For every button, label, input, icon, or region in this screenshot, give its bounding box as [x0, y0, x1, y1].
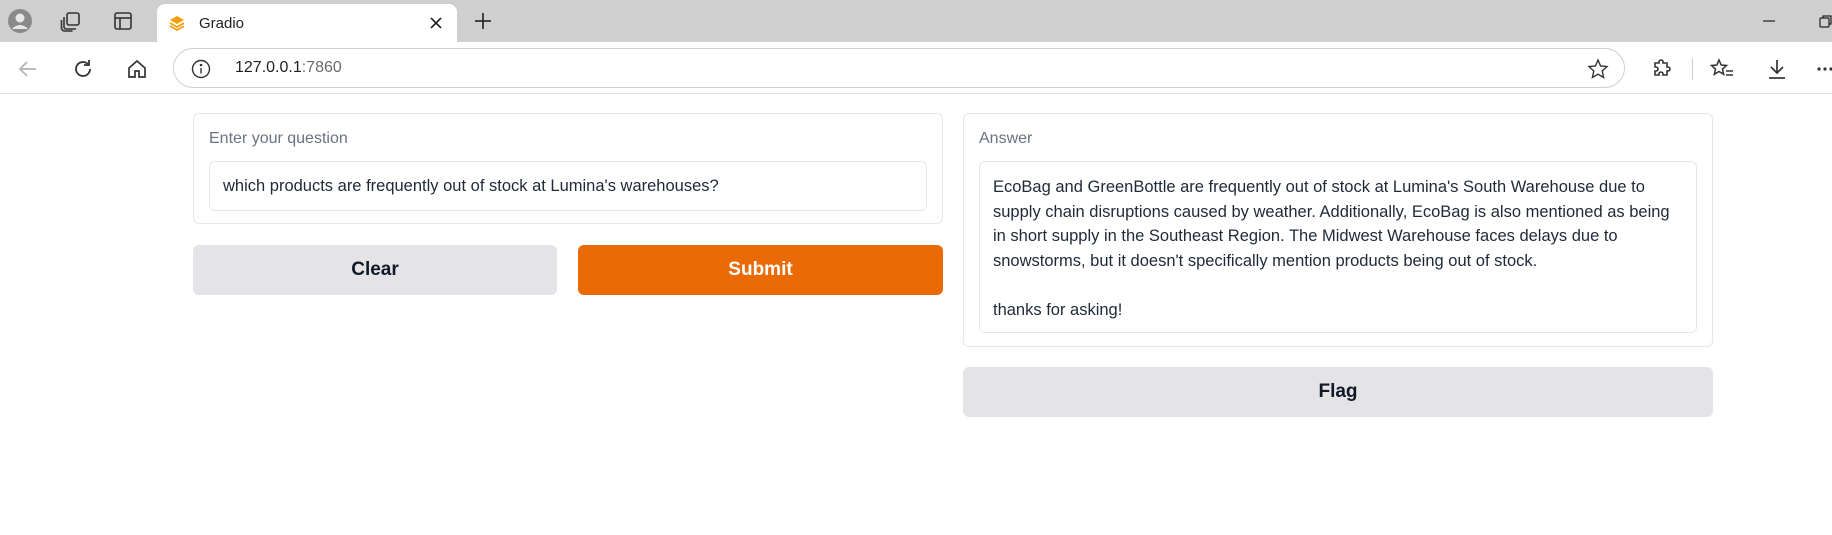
flag-button[interactable]: Flag: [963, 367, 1713, 417]
url-text[interactable]: 127.0.0.1:7860: [235, 59, 342, 77]
question-panel: Enter your question which products are f…: [193, 113, 943, 224]
restore-icon[interactable]: [1812, 8, 1832, 34]
extensions-icon[interactable]: [1645, 52, 1679, 86]
answer-panel: Answer EcoBag and GreenBottle are freque…: [963, 113, 1713, 347]
minimize-icon[interactable]: [1755, 8, 1783, 34]
browser-tab-bar: Gradio: [0, 0, 1832, 42]
question-label: Enter your question: [209, 130, 348, 147]
gradio-favicon-icon: [167, 13, 187, 33]
profile-icon[interactable]: [4, 6, 36, 36]
downloads-icon[interactable]: [1760, 52, 1794, 86]
favorites-icon[interactable]: [1705, 52, 1739, 86]
close-tab-icon[interactable]: [427, 14, 445, 32]
workspaces-icon[interactable]: [55, 6, 87, 36]
back-arrow-icon[interactable]: [11, 52, 45, 86]
browser-nav-bar: 127.0.0.1:7860: [0, 42, 1832, 94]
url-port: :7860: [301, 59, 342, 76]
tab-actions-icon[interactable]: [107, 6, 139, 36]
url-host: 127.0.0.1: [235, 59, 302, 76]
question-input[interactable]: which products are frequently out of sto…: [209, 161, 927, 211]
answer-label: Answer: [979, 130, 1033, 147]
home-icon[interactable]: [120, 52, 154, 86]
new-tab-button[interactable]: [466, 6, 500, 36]
toolbar-divider: [1692, 58, 1693, 80]
browser-tab-active[interactable]: Gradio: [157, 4, 457, 42]
site-info-icon[interactable]: [190, 58, 212, 80]
refresh-icon[interactable]: [66, 52, 100, 86]
more-menu-icon[interactable]: [1808, 52, 1832, 86]
favorite-star-icon[interactable]: [1586, 57, 1610, 81]
clear-button[interactable]: Clear: [193, 245, 557, 295]
tab-title: Gradio: [199, 14, 245, 32]
submit-button[interactable]: Submit: [578, 245, 943, 295]
address-bar[interactable]: 127.0.0.1:7860: [173, 48, 1625, 88]
answer-output[interactable]: EcoBag and GreenBottle are frequently ou…: [979, 161, 1697, 333]
